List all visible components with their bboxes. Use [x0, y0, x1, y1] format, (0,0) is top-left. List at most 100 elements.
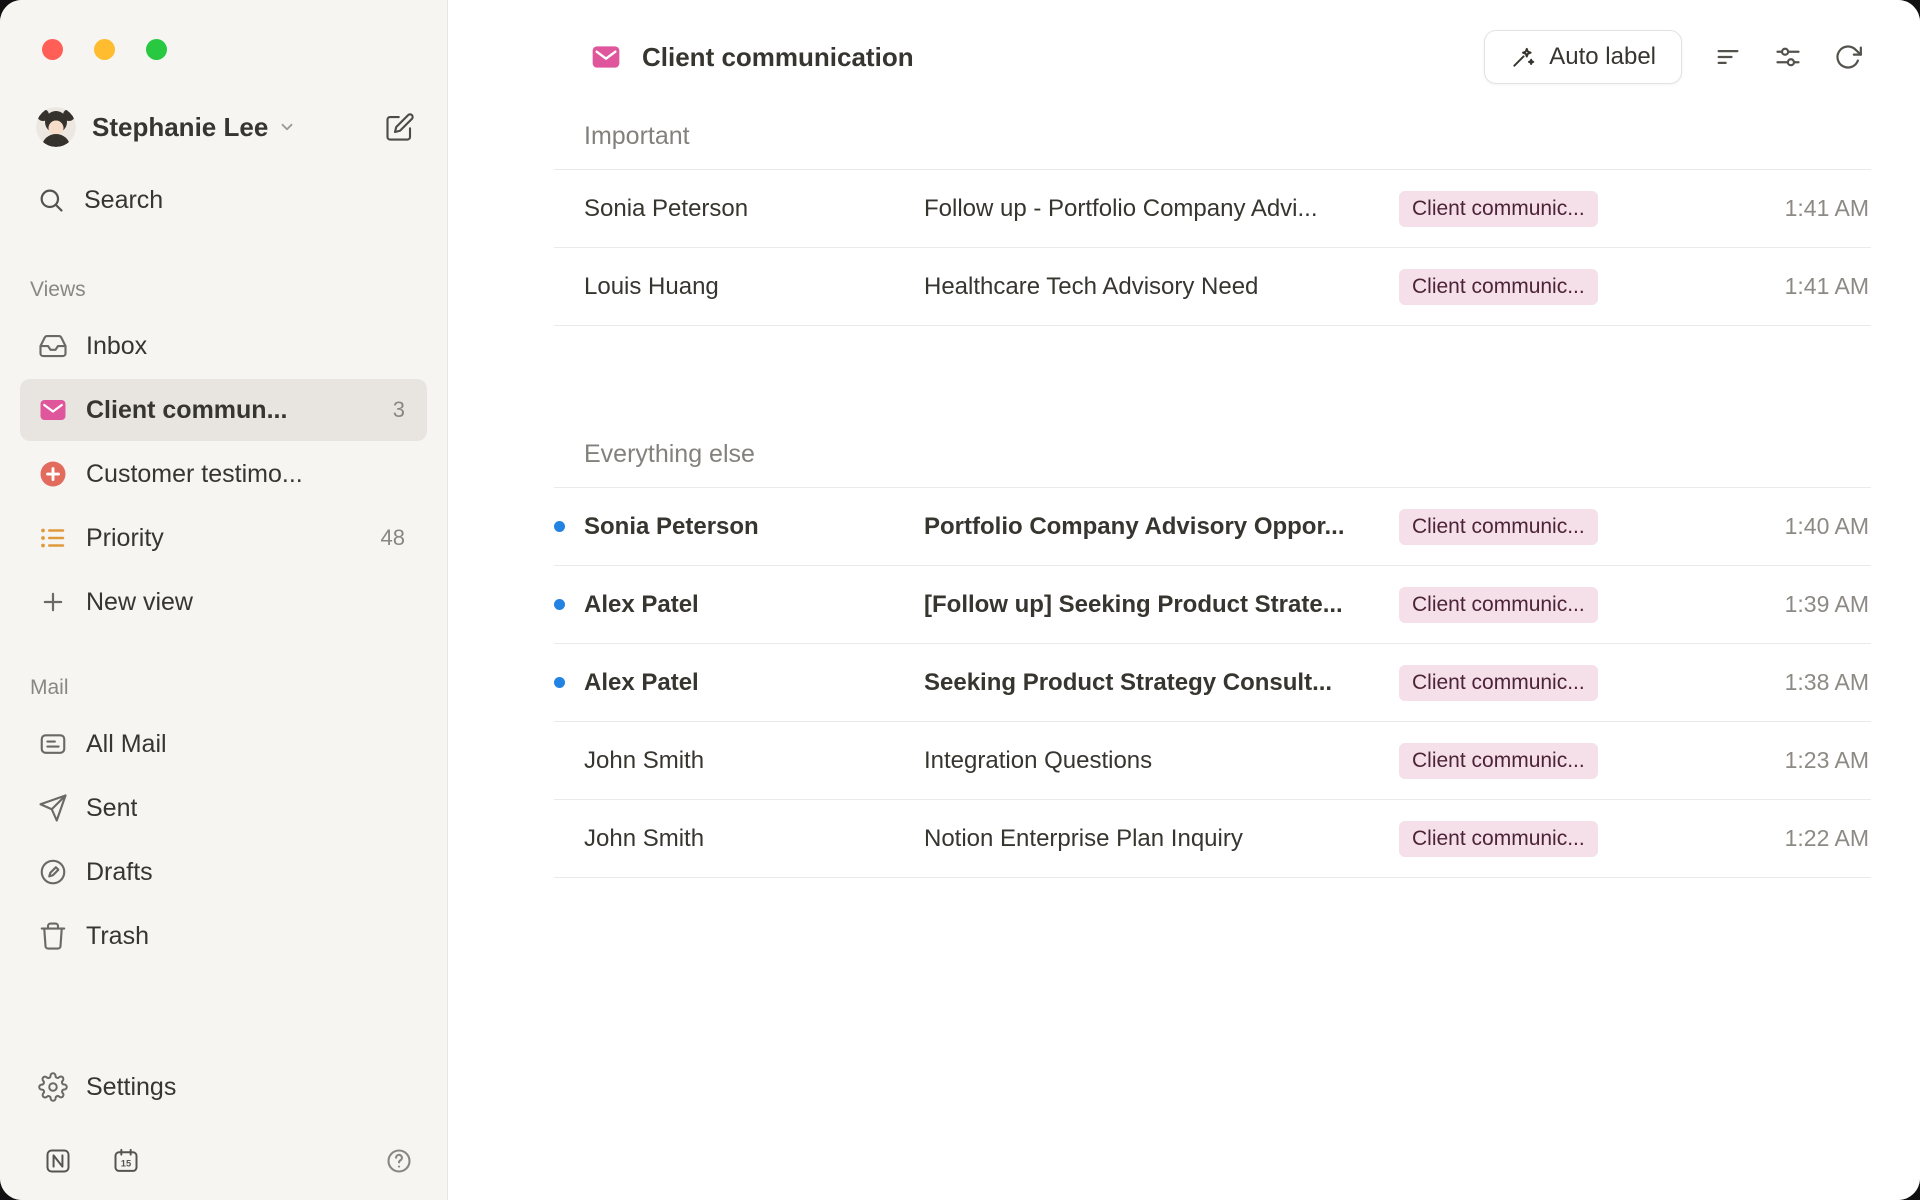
email-label-badge[interactable]: Client communic...: [1399, 191, 1598, 227]
minimize-window-button[interactable]: [94, 39, 115, 60]
email-row[interactable]: Alex Patel [Follow up] Seeking Product S…: [554, 566, 1871, 644]
email-sender: Alex Patel: [584, 591, 924, 619]
email-sender: Sonia Peterson: [584, 195, 924, 223]
search-button[interactable]: Search: [20, 174, 427, 226]
sidebar-item-new-view[interactable]: New view: [20, 571, 427, 633]
email-row[interactable]: John Smith Notion Enterprise Plan Inquir…: [554, 800, 1871, 878]
app-window: Stephanie Lee Search Views: [0, 0, 1920, 1200]
email-time: 1:38 AM: [1785, 669, 1871, 696]
sidebar-item-customer-testimonials[interactable]: Customer testimo...: [20, 443, 427, 505]
sent-icon: [38, 793, 68, 823]
filter-icon[interactable]: [1714, 43, 1742, 71]
email-subject: Follow up - Portfolio Company Advi...: [924, 195, 1399, 223]
header-actions: Auto label: [1484, 30, 1862, 84]
zoom-window-button[interactable]: [146, 39, 167, 60]
unread-dot-icon: [554, 833, 565, 844]
email-label-badge[interactable]: Client communic...: [1399, 509, 1598, 545]
sidebar-footer: 15: [20, 1132, 427, 1200]
priority-list-icon: [38, 523, 68, 553]
sidebar-item-client-communication[interactable]: Client commun... 3: [20, 379, 427, 441]
auto-label-button-label: Auto label: [1549, 43, 1656, 71]
plus-icon: [38, 587, 68, 617]
mail-section-label: Mail: [30, 676, 427, 700]
notion-logo-icon[interactable]: [44, 1147, 72, 1175]
sidebar-item-label: All Mail: [86, 730, 167, 759]
section-title: Everything else: [554, 418, 1871, 488]
email-subject: Healthcare Tech Advisory Need: [924, 273, 1399, 301]
sidebar-item-label: Client commun...: [86, 396, 287, 425]
user-name: Stephanie Lee: [92, 112, 268, 143]
priority-count-badge: 48: [381, 525, 405, 551]
unread-dot-icon: [554, 281, 565, 292]
sidebar-item-inbox[interactable]: Inbox: [20, 315, 427, 377]
unread-dot-icon: [554, 677, 565, 688]
sidebar-spacer: [20, 968, 427, 1055]
view-title-group: Client communication: [590, 41, 914, 73]
email-row[interactable]: Louis Huang Healthcare Tech Advisory Nee…: [554, 248, 1871, 326]
views-section-label: Views: [30, 278, 427, 302]
email-row[interactable]: Sonia Peterson Follow up - Portfolio Com…: [554, 170, 1871, 248]
window-controls: [20, 0, 427, 60]
close-window-button[interactable]: [42, 39, 63, 60]
email-label-badge[interactable]: Client communic...: [1399, 665, 1598, 701]
sidebar-item-sent[interactable]: Sent: [20, 777, 427, 839]
email-label-badge[interactable]: Client communic...: [1399, 269, 1598, 305]
email-list: Important Sonia Peterson Follow up - Por…: [554, 100, 1871, 878]
email-sender: Sonia Peterson: [584, 513, 924, 541]
page-title: Client communication: [642, 42, 914, 73]
email-label-badge[interactable]: Client communic...: [1399, 743, 1598, 779]
unread-dot-icon: [554, 521, 565, 532]
unread-dot-icon: [554, 203, 565, 214]
sidebar-item-label: Settings: [86, 1073, 176, 1102]
sidebar-item-trash[interactable]: Trash: [20, 905, 427, 967]
calendar-icon[interactable]: 15: [112, 1147, 140, 1175]
sidebar-item-label: Inbox: [86, 332, 147, 361]
sidebar-item-all-mail[interactable]: All Mail: [20, 713, 427, 775]
email-subject: Seeking Product Strategy Consult...: [924, 669, 1399, 697]
email-time: 1:41 AM: [1785, 195, 1871, 222]
email-time: 1:40 AM: [1785, 513, 1871, 540]
search-label: Search: [84, 186, 163, 215]
email-sender: Alex Patel: [584, 669, 924, 697]
email-label-badge[interactable]: Client communic...: [1399, 821, 1598, 857]
sidebar-item-priority[interactable]: Priority 48: [20, 507, 427, 569]
unread-dot-icon: [554, 599, 565, 610]
mail-main-panel: Client communication Auto label: [448, 0, 1920, 1200]
trash-icon: [38, 921, 68, 951]
refresh-icon[interactable]: [1834, 43, 1862, 71]
sidebar: Stephanie Lee Search Views: [0, 0, 448, 1200]
email-time: 1:41 AM: [1785, 273, 1871, 300]
email-section-everything-else: Everything else Sonia Peterson Portfolio…: [554, 418, 1871, 878]
sidebar-item-settings[interactable]: Settings: [20, 1056, 427, 1118]
drafts-icon: [38, 857, 68, 887]
email-subject: Notion Enterprise Plan Inquiry: [924, 825, 1399, 853]
compose-button[interactable]: [385, 112, 415, 142]
chevron-down-icon: [278, 118, 296, 136]
all-mail-icon: [38, 729, 68, 759]
email-row[interactable]: Sonia Peterson Portfolio Company Advisor…: [554, 488, 1871, 566]
email-time: 1:23 AM: [1785, 747, 1871, 774]
sidebar-item-label: Drafts: [86, 858, 153, 887]
search-icon: [36, 185, 66, 215]
section-title: Important: [554, 100, 1871, 170]
inbox-icon: [38, 331, 68, 361]
customer-plus-icon: [38, 459, 68, 489]
email-label-badge[interactable]: Client communic...: [1399, 587, 1598, 623]
auto-label-button[interactable]: Auto label: [1484, 30, 1682, 84]
gear-icon: [38, 1072, 68, 1102]
account-switcher[interactable]: Stephanie Lee: [20, 102, 427, 152]
mail-header: Client communication Auto label: [448, 0, 1920, 100]
email-row[interactable]: Alex Patel Seeking Product Strategy Cons…: [554, 644, 1871, 722]
email-subject: Portfolio Company Advisory Oppor...: [924, 513, 1399, 541]
help-icon[interactable]: [385, 1147, 413, 1175]
unread-count-badge: 3: [393, 397, 405, 423]
auto-label-wand-icon: [1510, 44, 1536, 70]
sidebar-item-label: Sent: [86, 794, 137, 823]
unread-dot-icon: [554, 755, 565, 766]
avatar: [36, 107, 76, 147]
display-settings-sliders-icon[interactable]: [1774, 43, 1802, 71]
sidebar-item-drafts[interactable]: Drafts: [20, 841, 427, 903]
sidebar-item-label: Trash: [86, 922, 149, 951]
email-section-important: Important Sonia Peterson Follow up - Por…: [554, 100, 1871, 326]
email-row[interactable]: John Smith Integration Questions Client …: [554, 722, 1871, 800]
